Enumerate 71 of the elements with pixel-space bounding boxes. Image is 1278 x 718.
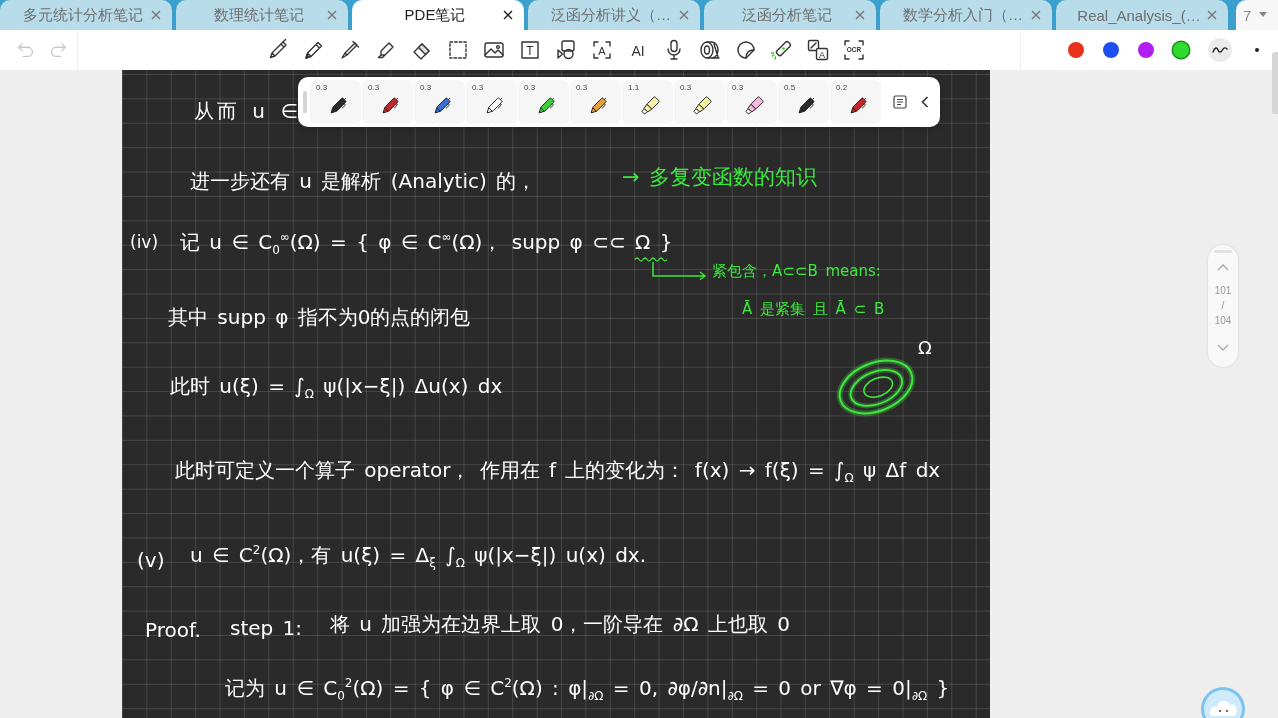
pen-preset[interactable]: 0.3 — [726, 80, 777, 124]
leader-arrow — [650, 262, 708, 280]
pen-preset[interactable]: 0.3 — [674, 80, 725, 124]
color-swatch[interactable] — [1138, 42, 1154, 58]
handwritten-text: Ω — [918, 336, 932, 360]
pen-preset[interactable]: 1.1 — [622, 80, 673, 124]
handwritten-text: u ∈ C$^{2}$(Ω)，有 u(ξ) = Δ$_{ξ}$ ∫$_{Ω}$ ψ(|x−ξ|) u(x) dx. — [190, 542, 647, 569]
pen-preset[interactable]: 0.3 — [466, 80, 517, 124]
caret-icon — [1259, 12, 1268, 18]
squiggle-icon[interactable] — [1208, 38, 1232, 62]
tab[interactable]: 泛函分析笔记 — [704, 0, 876, 30]
pen-width-label: 0.3 — [316, 83, 328, 92]
pen-width-label: 0.3 — [420, 83, 432, 92]
pen-width-label: 0.2 — [836, 83, 848, 92]
handwritten-text: 其中 supp φ 指不为0的点的闭包 — [168, 304, 471, 331]
pen-width-label: 0.5 — [784, 83, 796, 92]
pen-width-label: 0.3 — [368, 83, 380, 92]
pen-width-label: 0.3 — [472, 83, 484, 92]
dashed-square-icon[interactable] — [446, 38, 470, 62]
dot-icon[interactable] — [1255, 48, 1259, 52]
tab[interactable]: 泛函分析讲义（… — [528, 0, 700, 30]
tab[interactable]: 数学分析入门（… — [880, 0, 1052, 30]
color-swatch[interactable] — [1103, 42, 1119, 58]
handwritten-text: (v) — [137, 547, 165, 574]
fountain-pen-icon[interactable] — [338, 38, 362, 62]
handwritten-text: 此时 u(ξ) = ∫$_{Ω}$ ψ(|x−ξ|) Δu(x) dx — [170, 373, 503, 400]
tab[interactable]: 数理统计笔记 — [176, 0, 348, 30]
laser-pointer-icon[interactable] — [770, 38, 794, 62]
page-total: 104 — [1214, 315, 1232, 326]
wavy-underline — [634, 256, 670, 263]
ai-text-icon[interactable]: AI — [626, 38, 650, 62]
handwritten-text: Ā 是紧集 且 Ā ⊂ B — [742, 299, 885, 320]
handwritten-text: 将 u 加强为在边界上取 0，一阶导在 ∂Ω 上也取 0 — [330, 611, 790, 638]
tab[interactable]: PDE笔记 — [352, 0, 524, 30]
page-separator: / — [1221, 300, 1225, 311]
drag-handle[interactable] — [303, 91, 307, 113]
pen-preset[interactable]: 0.3 — [414, 80, 465, 124]
handwritten-text: 紧包含，A⊂⊂B means: — [712, 261, 881, 282]
handwritten-text: Proof. — [145, 617, 201, 644]
tab[interactable]: Real_Analysis_(… — [1056, 0, 1228, 30]
shapes-icon[interactable] — [554, 38, 578, 62]
page-number: 101 — [1214, 285, 1232, 296]
handwritten-text: step 1: — [230, 615, 303, 642]
pen-preset[interactable]: 0.3 — [362, 80, 413, 124]
handwritten-text: 进一步还有 u 是解析 (Analytic) 的， — [190, 168, 537, 195]
pen-width-label: 0.3 — [576, 83, 588, 92]
chevron-left-icon[interactable] — [921, 96, 929, 108]
pen-preset[interactable]: 0.2 — [830, 80, 881, 124]
pen-width-label: 1.1 — [628, 83, 640, 92]
tab[interactable]: 多元统计分析笔记 — [0, 0, 172, 30]
tape-roll-icon[interactable] — [698, 38, 722, 62]
handwritten-text: 此时可定义一个算子 operator， 作用在 f 上的变化为： f(x) → f(ξ) = ∫$_{Ω}$ ψ Δf dx — [175, 457, 941, 484]
scrollbar-thumb[interactable] — [1272, 52, 1278, 114]
color-swatch[interactable] — [1068, 42, 1084, 58]
pen-width-label: 0.3 — [524, 83, 536, 92]
pen-preset[interactable]: 0.3 — [570, 80, 621, 124]
handwritten-text: 记为 u ∈ C$_{0}$$^{2}$(Ω) = { φ ∈ C$^{2}$(Ω) : φ|$_{∂Ω}$ = 0, ∂φ/∂n|$_{∂Ω}$ = 0 or ∇φ = 0|$_{∂Ω}$ } — [225, 675, 950, 702]
pen-preset[interactable]: 0.3 — [518, 80, 569, 124]
sticker-icon[interactable] — [734, 38, 758, 62]
handwritten-text: 从而 u ∈ — [194, 98, 301, 125]
pen-width-label: 0.3 — [680, 83, 692, 92]
list-icon[interactable] — [893, 95, 907, 109]
pen-width-label: 0.3 — [732, 83, 744, 92]
close-icon[interactable] — [502, 9, 514, 21]
text-box-icon[interactable]: T — [518, 38, 542, 62]
handwritten-text: (iv) — [130, 231, 159, 254]
handwritten-text: → 多复变函数的知识 — [622, 164, 818, 191]
handwritten-text: 记 u ∈ C$_{0}$$^{∞}$(Ω) = { φ ∈ C$^{∞}$(Ω)， supp φ ⊂⊂ Ω } — [180, 229, 673, 256]
pen-preset[interactable]: 0.5 — [778, 80, 829, 124]
pen-preset[interactable]: 0.3 — [310, 80, 361, 124]
color-swatch[interactable] — [1173, 42, 1189, 58]
